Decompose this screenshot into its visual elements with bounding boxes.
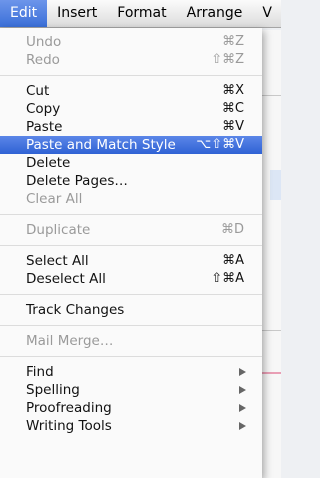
menu-item-label: Delete Pages… xyxy=(26,173,128,189)
submenu-arrow-icon xyxy=(239,404,246,412)
menu-item-find[interactable]: Find xyxy=(0,363,262,381)
menu-separator xyxy=(0,245,262,246)
menu-item-label: Redo xyxy=(26,52,60,68)
menu-item-proofreading[interactable]: Proofreading xyxy=(0,399,262,417)
menu-item-label: Paste xyxy=(26,119,63,135)
menu-item-label: Cut xyxy=(26,83,50,99)
menu-item-label: Select All xyxy=(26,253,89,269)
menu-item-label: Clear All xyxy=(26,191,83,207)
menu-item-delete-pages[interactable]: Delete Pages… xyxy=(0,172,262,190)
menubar-insert[interactable]: Insert xyxy=(47,0,107,27)
menu-item-deselect-all[interactable]: Deselect All ⇧⌘A xyxy=(0,270,262,288)
submenu-arrow-icon xyxy=(239,368,246,376)
menu-item-copy[interactable]: Copy ⌘C xyxy=(0,100,262,118)
menu-item-label: Proofreading xyxy=(26,400,112,416)
background-accent-line xyxy=(262,372,281,374)
shortcut-label: ⌘A xyxy=(222,253,244,268)
menu-bar: Edit Insert Format Arrange V xyxy=(0,0,281,28)
menu-item-label: Delete xyxy=(26,155,71,171)
menu-item-label: Duplicate xyxy=(26,222,91,238)
menu-item-track-changes[interactable]: Track Changes xyxy=(0,301,262,319)
background-divider xyxy=(262,330,281,331)
menu-item-redo[interactable]: Redo ⇧⌘Z xyxy=(0,51,262,69)
submenu-arrow-icon xyxy=(239,386,246,394)
menu-item-label: Spelling xyxy=(26,382,80,398)
document-background xyxy=(262,30,281,478)
shortcut-label: ⌘D xyxy=(220,222,244,237)
menu-item-label: Track Changes xyxy=(26,302,125,318)
menu-separator xyxy=(0,294,262,295)
menu-separator xyxy=(0,214,262,215)
menu-separator xyxy=(0,325,262,326)
menu-separator xyxy=(0,356,262,357)
submenu-arrow-icon xyxy=(239,422,246,430)
shortcut-label: ⌥⇧⌘V xyxy=(196,137,244,152)
menu-item-select-all[interactable]: Select All ⌘A xyxy=(0,252,262,270)
menu-item-label: Copy xyxy=(26,101,61,117)
menu-item-label: Find xyxy=(26,364,54,380)
shortcut-label: ⌘Z xyxy=(222,34,244,49)
menu-item-paste[interactable]: Paste ⌘V xyxy=(0,118,262,136)
shortcut-label: ⇧⌘A xyxy=(211,271,244,286)
menu-item-cut[interactable]: Cut ⌘X xyxy=(0,82,262,100)
menu-item-spelling[interactable]: Spelling xyxy=(0,381,262,399)
edit-menu: Undo ⌘Z Redo ⇧⌘Z Cut ⌘X Copy ⌘C Paste ⌘V… xyxy=(0,28,262,478)
shortcut-label: ⌘V xyxy=(222,119,244,134)
shortcut-label: ⇧⌘Z xyxy=(211,52,244,67)
shortcut-label: ⌘X xyxy=(222,83,244,98)
menu-item-clear-all[interactable]: Clear All xyxy=(0,190,262,208)
menu-item-label: Paste and Match Style xyxy=(26,137,176,153)
menubar-format[interactable]: Format xyxy=(107,0,176,27)
menu-item-mail-merge[interactable]: Mail Merge… xyxy=(0,332,262,350)
menu-item-paste-and-match-style[interactable]: Paste and Match Style ⌥⇧⌘V xyxy=(0,136,262,154)
menu-item-undo[interactable]: Undo ⌘Z xyxy=(0,33,262,51)
menu-item-delete[interactable]: Delete xyxy=(0,154,262,172)
menu-item-duplicate[interactable]: Duplicate ⌘D xyxy=(0,221,262,239)
shortcut-label: ⌘C xyxy=(221,101,244,116)
menu-item-label: Mail Merge… xyxy=(26,333,114,349)
menubar-edit[interactable]: Edit xyxy=(0,0,48,27)
menu-item-label: Deselect All xyxy=(26,271,106,287)
menu-item-label: Undo xyxy=(26,34,62,50)
menubar-arrange[interactable]: Arrange xyxy=(177,0,253,27)
menu-separator xyxy=(0,75,262,76)
menubar-view[interactable]: V xyxy=(252,0,281,27)
background-panel xyxy=(270,170,281,200)
background-divider xyxy=(262,95,281,96)
menu-item-label: Writing Tools xyxy=(26,418,112,434)
menu-item-writing-tools[interactable]: Writing Tools xyxy=(0,417,262,435)
